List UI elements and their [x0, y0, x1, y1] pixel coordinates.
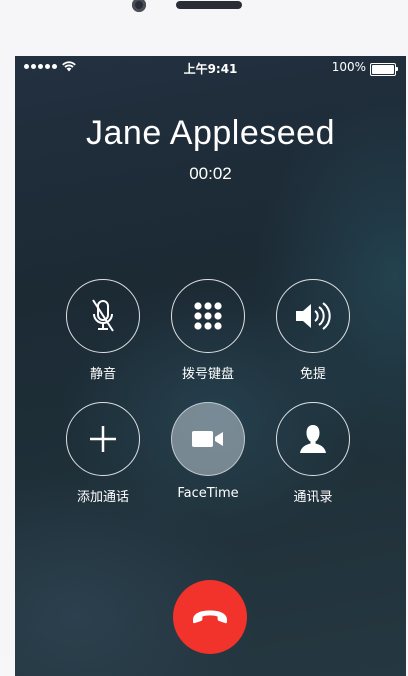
caller-name: Jane Appleseed	[86, 114, 335, 152]
facetime-label: FaceTime	[177, 486, 239, 501]
speaker-label: 免提	[299, 367, 326, 382]
keypad-label: 拨号键盘	[181, 367, 234, 382]
mute-button[interactable]: 静音	[53, 279, 153, 382]
mute-icon	[92, 299, 114, 332]
call-duration: 00:02	[189, 164, 232, 183]
add-call-button-ring[interactable]	[66, 402, 140, 476]
mute-button-ring[interactable]	[66, 279, 140, 353]
contacts-button-ring[interactable]	[276, 402, 350, 476]
speaker-icon	[296, 302, 331, 330]
front-camera	[132, 0, 146, 12]
contacts-icon	[300, 425, 326, 453]
speaker-button-ring[interactable]	[276, 279, 350, 353]
battery-percentage: 100%	[331, 60, 366, 74]
add-call-label: 添加通话	[76, 490, 129, 505]
contacts-button[interactable]: 通讯录	[263, 402, 363, 505]
mute-label: 静音	[89, 367, 116, 382]
phone-frame: 上午9:41 100% Jane Appleseed 00:02 静音 拨号键盘…	[0, 0, 408, 676]
add-call-button[interactable]: 添加通话	[53, 402, 153, 505]
end-call-icon	[193, 610, 227, 624]
earpiece-speaker	[176, 1, 242, 9]
battery-icon	[370, 63, 398, 76]
status-bar: 上午9:41 100%	[15, 56, 406, 78]
keypad-icon	[194, 302, 222, 330]
call-screen: 上午9:41 100% Jane Appleseed 00:02 静音 拨号键盘…	[15, 56, 406, 676]
contacts-label: 通讯录	[293, 490, 333, 505]
speaker-button[interactable]: 免提	[263, 279, 363, 382]
keypad-button[interactable]: 拨号键盘	[158, 279, 258, 382]
end-call-button[interactable]	[173, 580, 247, 654]
facetime-icon	[192, 431, 223, 447]
keypad-button-ring[interactable]	[171, 279, 245, 353]
facetime-button-ring[interactable]	[171, 402, 245, 476]
add-call-icon	[90, 426, 116, 452]
facetime-button[interactable]: FaceTime	[158, 402, 258, 501]
